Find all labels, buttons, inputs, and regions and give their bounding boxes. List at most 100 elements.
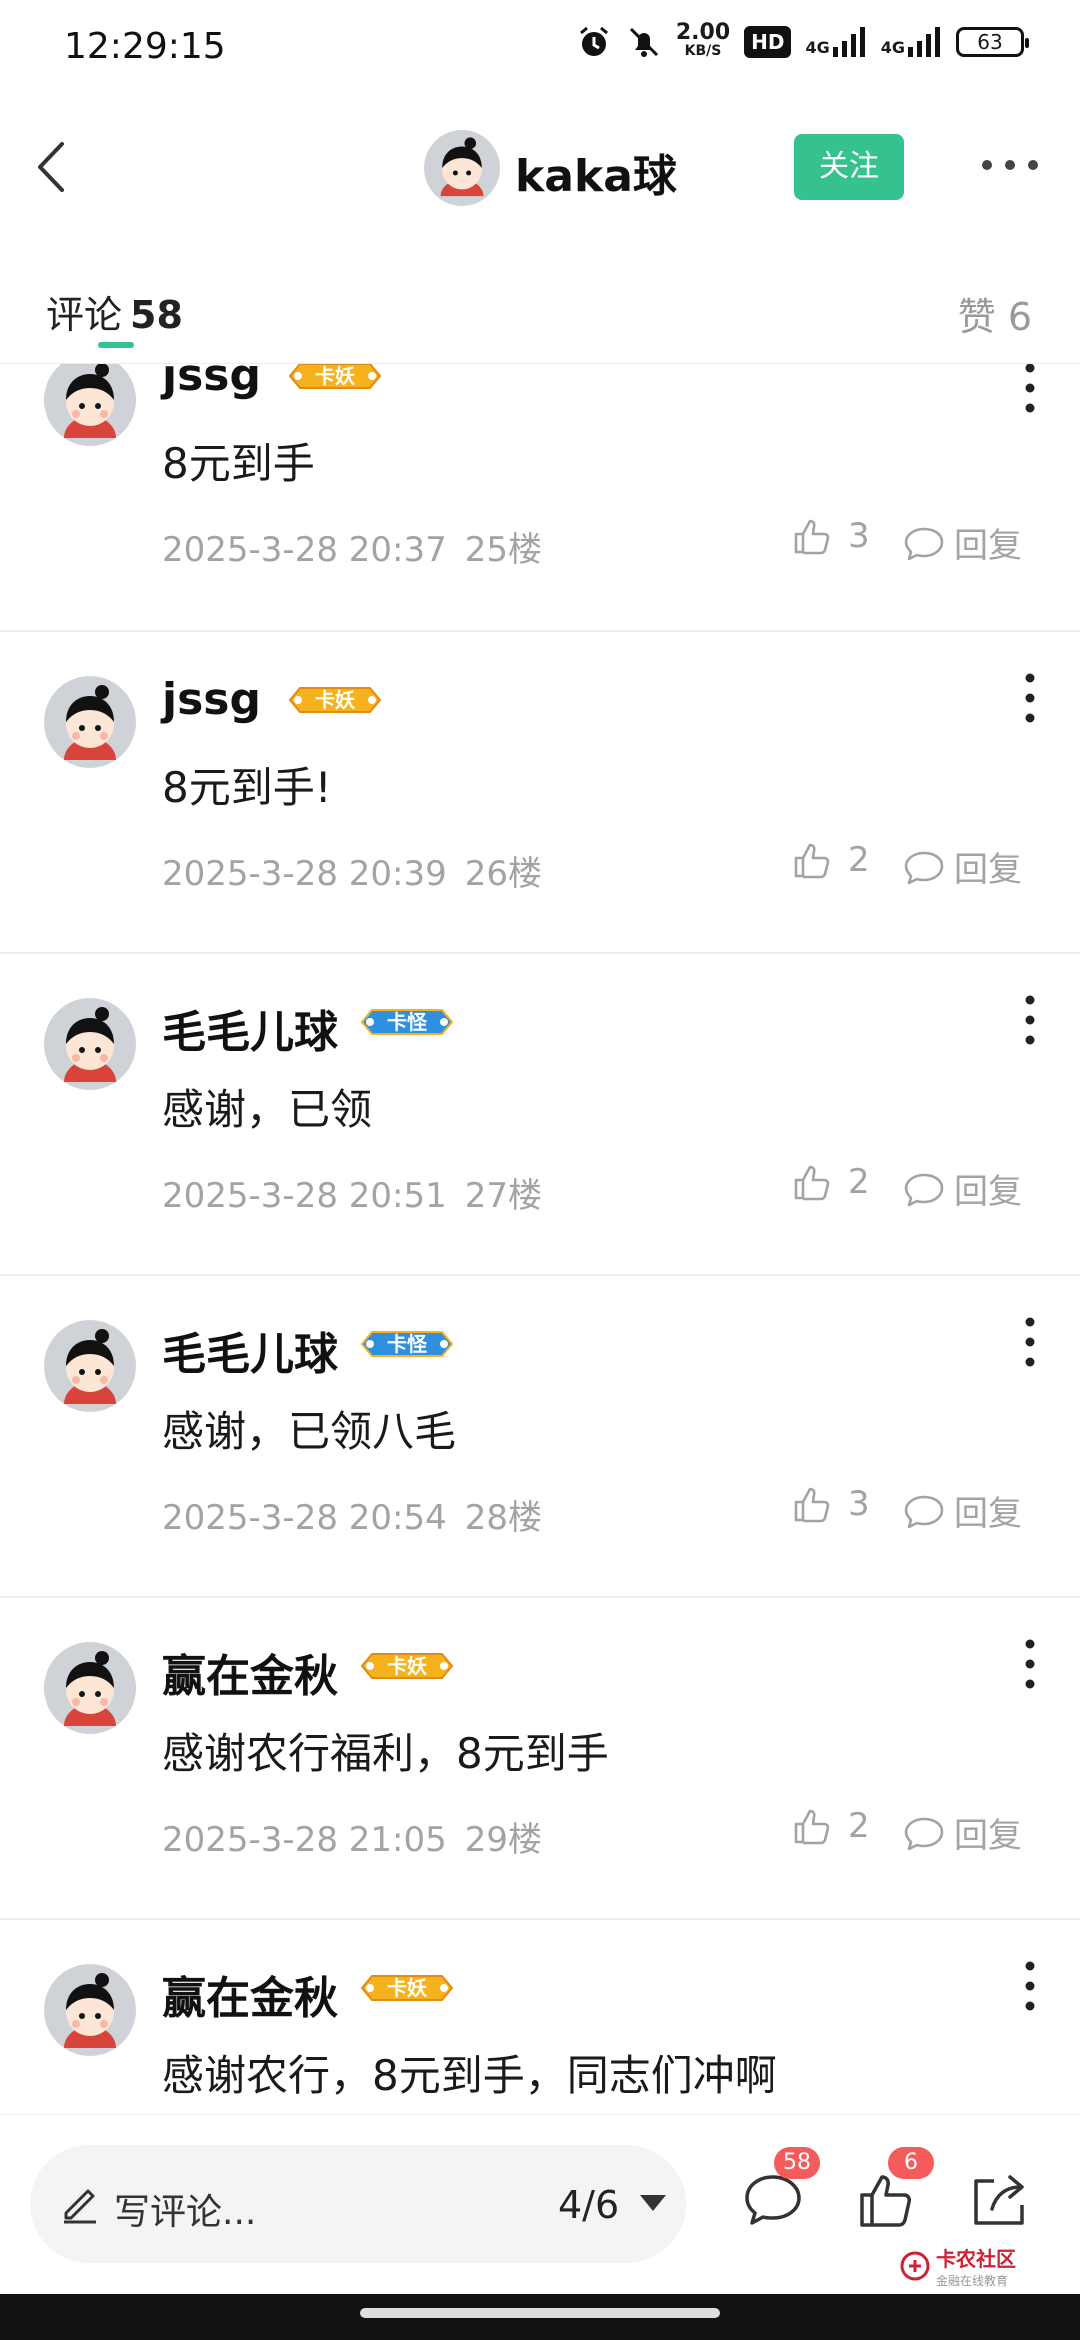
comment-floor: 26楼 xyxy=(464,854,543,894)
comment-item: jssg 卡妖 8元到手! 2025-3-28 20:39 26楼 2 回复 xyxy=(0,632,1080,954)
comment-text: 感谢，已领八毛 xyxy=(162,1407,457,1456)
comment-item: 毛毛儿球 卡怪 感谢，已领 2025-3-28 20:51 27楼 2 回复 xyxy=(0,954,1080,1276)
like-button[interactable]: 6 xyxy=(852,2147,934,2235)
more-vertical-icon[interactable] xyxy=(1020,1634,1040,1694)
comment-author[interactable]: 毛毛儿球 xyxy=(162,1318,338,1382)
comment-reply-button[interactable]: 回复 xyxy=(902,1164,1022,1213)
level-badge: 卡怪 xyxy=(358,1004,456,1040)
avatar[interactable] xyxy=(424,130,500,206)
comment-text: 感谢农行福利，8元到手 xyxy=(162,1729,609,1778)
comment-author[interactable]: 赢在金秋 xyxy=(162,1962,338,2026)
bottom-bar: 写评论... 4/6 58 6 卡农社区 金融在线教育 xyxy=(0,2114,1080,2294)
badge-label: 卡妖 xyxy=(315,688,355,712)
avatar[interactable] xyxy=(44,676,136,768)
more-vertical-icon[interactable] xyxy=(1020,990,1040,1050)
battery-icon: 63 xyxy=(956,27,1029,57)
comment-like-count: 3 xyxy=(848,516,870,556)
comment-like-button[interactable]: 2 xyxy=(790,838,870,882)
comment-like-button[interactable]: 2 xyxy=(790,1160,870,1204)
watermark-title: 卡农社区 xyxy=(936,2247,1016,2271)
back-arrow-icon[interactable] xyxy=(22,132,92,202)
write-comment-input[interactable]: 写评论... 4/6 xyxy=(30,2145,686,2263)
pencil-icon xyxy=(64,2189,96,2224)
comment-like-count: 2 xyxy=(848,1806,870,1846)
system-nav-bar xyxy=(0,2294,1080,2340)
thumbs-up-icon xyxy=(794,1809,830,1845)
comment-floor: 29楼 xyxy=(464,1820,543,1860)
header-user-name[interactable]: kaka球 xyxy=(515,140,677,204)
comment-time: 2025-3-28 20:51 xyxy=(162,1176,447,1216)
comment-author[interactable]: 赢在金秋 xyxy=(162,1640,338,1704)
more-vertical-icon[interactable] xyxy=(1020,1312,1040,1372)
badge-label: 卡妖 xyxy=(387,1976,427,2000)
comment-reply-label: 回复 xyxy=(954,1494,1022,1534)
signal-label: 4G xyxy=(880,38,905,57)
comment-icon xyxy=(904,1173,944,1206)
level-badge: 卡妖 xyxy=(286,682,384,718)
comment-time: 2025-3-28 21:05 xyxy=(162,1820,447,1860)
comment-reply-button[interactable]: 回复 xyxy=(902,518,1022,567)
comment-author[interactable]: 毛毛儿球 xyxy=(162,996,338,1060)
share-button[interactable] xyxy=(964,2165,1034,2235)
header: kaka球 关注 xyxy=(0,110,1080,230)
level-badge: 卡妖 xyxy=(358,1970,456,2006)
comment-item: 赢在金秋 卡妖 感谢农行，8元到手，同志们冲啊 xyxy=(0,1920,1080,2114)
comment-like-button[interactable]: 3 xyxy=(790,1482,870,1526)
comment-time: 2025-3-28 20:54 xyxy=(162,1498,447,1538)
comment-meta: 2025-3-28 20:54 28楼 xyxy=(162,1490,560,1539)
comment-like-count: 2 xyxy=(848,840,870,880)
comment-like-button[interactable]: 3 xyxy=(790,514,870,558)
watermark-logo: 卡农社区 金融在线教育 xyxy=(900,2243,1016,2289)
comment-meta: 2025-3-28 20:51 27楼 xyxy=(162,1168,560,1217)
caret-down-icon[interactable] xyxy=(640,2195,666,2211)
more-vertical-icon[interactable] xyxy=(1020,364,1040,418)
tab-comments[interactable]: 评论 58 xyxy=(46,284,183,339)
follow-button[interactable]: 关注 xyxy=(794,134,904,200)
likes-count-badge: 6 xyxy=(888,2147,934,2179)
watermark-subtitle: 金融在线教育 xyxy=(936,2274,1009,2288)
comment-item: 赢在金秋 卡妖 感谢农行福利，8元到手 2025-3-28 21:05 29楼 2… xyxy=(0,1598,1080,1920)
comment-item: 毛毛儿球 卡怪 感谢，已领八毛 2025-3-28 20:54 28楼 3 回复 xyxy=(0,1276,1080,1598)
badge-label: 卡妖 xyxy=(387,1654,427,1678)
signal-label: 4G xyxy=(805,38,830,57)
comment-text: 8元到手 xyxy=(162,439,315,488)
tab-comments-count: 58 xyxy=(130,293,183,337)
tab-comments-label: 评论 xyxy=(46,293,123,337)
comments-button[interactable]: 58 xyxy=(738,2147,820,2235)
more-vertical-icon[interactable] xyxy=(1020,1956,1040,2016)
comment-reply-label: 回复 xyxy=(954,526,1022,566)
comment-meta: 2025-3-28 21:05 29楼 xyxy=(162,1812,560,1861)
home-indicator[interactable] xyxy=(360,2308,720,2318)
avatar[interactable] xyxy=(44,1320,136,1412)
tab-active-indicator xyxy=(98,342,134,348)
comment-icon xyxy=(904,851,944,884)
badge-icon: 卡怪 xyxy=(360,1331,454,1357)
comment-reply-button[interactable]: 回复 xyxy=(902,842,1022,891)
badge-icon: 卡妖 xyxy=(288,687,382,713)
avatar[interactable] xyxy=(44,998,136,1090)
comment-author[interactable]: jssg xyxy=(162,674,261,725)
alarm-icon xyxy=(579,26,608,56)
comment-meta: 2025-3-28 20:37 25楼 xyxy=(162,522,560,571)
more-vertical-icon[interactable] xyxy=(1020,668,1040,728)
comment-reply-label: 回复 xyxy=(954,1172,1022,1212)
comment-author[interactable]: jssg xyxy=(162,364,261,401)
signal-icon: 4G xyxy=(881,27,942,57)
page-indicator[interactable]: 4/6 xyxy=(558,2183,619,2227)
comment-icon xyxy=(904,527,944,560)
comment-reply-button[interactable]: 回复 xyxy=(902,1808,1022,1857)
write-comment-placeholder: 写评论... xyxy=(114,2192,257,2233)
comment-list[interactable]: jssg 卡妖 8元到手 2025-3-28 20:37 25楼 3 回复 jss… xyxy=(0,364,1080,2114)
tab-likes[interactable]: 赞 6 xyxy=(958,286,1032,341)
comment-reply-button[interactable]: 回复 xyxy=(902,1486,1022,1535)
badge-label: 卡妖 xyxy=(315,364,355,388)
avatar[interactable] xyxy=(44,1642,136,1734)
avatar[interactable] xyxy=(44,364,136,446)
comment-text: 感谢农行，8元到手，同志们冲啊 xyxy=(162,2051,777,2100)
more-icon[interactable] xyxy=(975,145,1045,185)
badge-icon: 卡妖 xyxy=(360,1653,454,1679)
comment-item: jssg 卡妖 8元到手 2025-3-28 20:37 25楼 3 回复 xyxy=(0,364,1080,632)
avatar[interactable] xyxy=(44,1964,136,2056)
thumbs-up-icon xyxy=(794,1487,830,1523)
comment-like-button[interactable]: 2 xyxy=(790,1804,870,1848)
